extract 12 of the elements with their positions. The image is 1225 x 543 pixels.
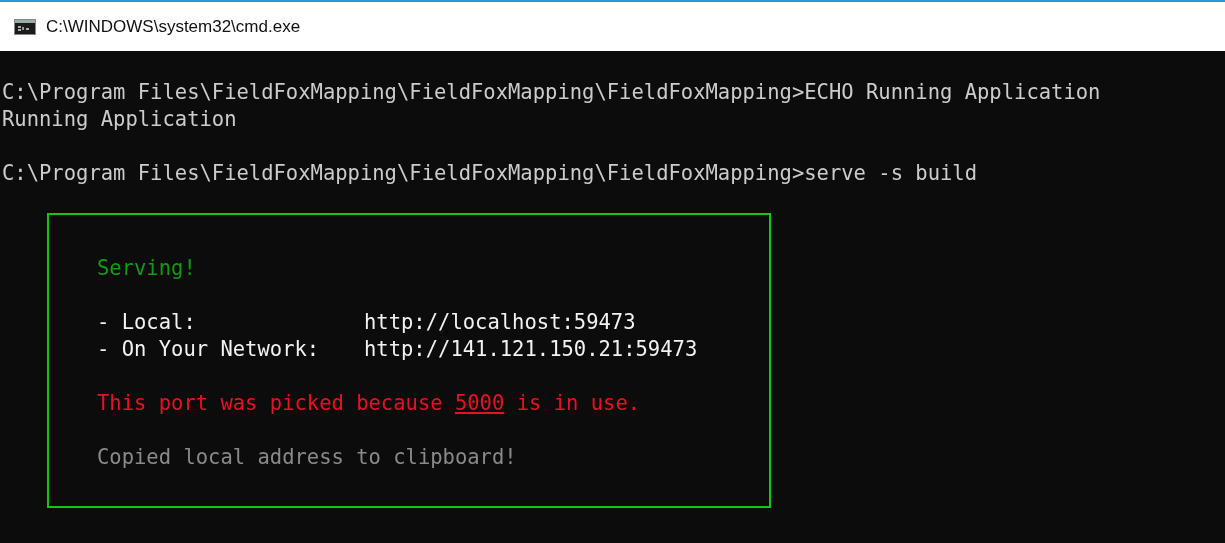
address-url: http://141.121.150.21:59473 — [364, 336, 698, 363]
port-warning-text: This port was picked because 5000 is in use. — [97, 390, 641, 417]
serving-heading: Serving! — [97, 255, 196, 282]
clipboard-note: Copied local address to clipboard! — [97, 444, 517, 471]
command-line: C:\Program Files\FieldFoxMapping\FieldFoxMapping\FieldFoxMapping>serve -s build — [2, 160, 979, 187]
command-line: C:\Program Files\FieldFoxMapping\FieldFoxMapping\FieldFoxMapping>ECHO Running Application — [2, 79, 1102, 106]
address-url: http://localhost:59473 — [364, 309, 636, 336]
command-prompt-icon — [14, 18, 36, 35]
address-label: - On Your Network: — [97, 336, 321, 363]
address-label: - Local: — [97, 309, 197, 336]
window-title: C:\WINDOWS\system32\cmd.exe — [46, 16, 301, 37]
output-line: Running Application — [2, 106, 238, 133]
